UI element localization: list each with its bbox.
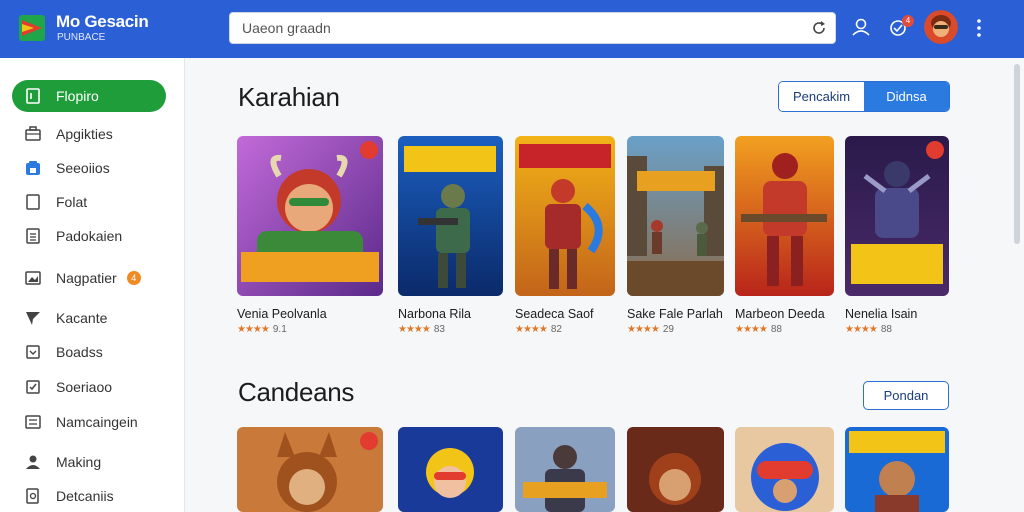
menu-icon [25, 415, 41, 429]
store-icon [26, 161, 40, 175]
image-icon [25, 271, 41, 285]
rating-value: 9.1 [272, 324, 287, 335]
game-thumbnail[interactable] [515, 427, 615, 512]
user-icon [26, 455, 40, 469]
segment-option[interactable]: Pencakim [779, 82, 864, 111]
game-rating: ★★★★ 9.1 [237, 324, 287, 335]
game-title: Seadeca Saof [515, 307, 594, 321]
rating-value: 83 [433, 324, 445, 335]
sidebar-item-4[interactable]: Padokaien [12, 220, 166, 252]
sidebar-item-label: Nagpatier [56, 270, 117, 286]
game-rating: ★★★★ 83 [398, 324, 445, 335]
notification-badge: 4 [902, 15, 914, 27]
scrollbar[interactable] [1014, 64, 1020, 244]
game-thumbnail[interactable] [735, 427, 834, 512]
sidebar-item-label: Making [56, 454, 102, 470]
search-input[interactable] [230, 13, 790, 43]
sidebar-item-6[interactable]: Kacante [12, 302, 166, 334]
download-icon [26, 345, 40, 359]
game-rating: ★★★★ 88 [735, 324, 782, 335]
sidebar-badge: 4 [126, 271, 141, 285]
rating-value: 82 [550, 324, 562, 335]
game-thumbnail[interactable] [237, 136, 383, 296]
document-icon [26, 194, 40, 210]
segment-option[interactable]: Didnsa [864, 82, 949, 111]
stars-icon: ★★★★ [398, 324, 431, 335]
game-title: Marbeon Deeda [735, 307, 825, 321]
game-rating: ★★★★ 29 [627, 324, 674, 335]
sidebar-item-label: Namcaingein [56, 414, 138, 430]
stars-icon: ★★★★ [845, 324, 878, 335]
sidebar-item-label: Folat [56, 194, 88, 210]
game-thumbnail[interactable] [845, 427, 949, 512]
sidebar-item-3[interactable]: Folat [12, 186, 166, 218]
stars-icon: ★★★★ [515, 324, 548, 335]
search-bar [229, 12, 836, 44]
game-thumbnail[interactable] [627, 136, 724, 296]
sidebar-item-0[interactable]: Flopiro [12, 80, 166, 112]
user-icon[interactable] [850, 16, 872, 38]
game-thumbnail[interactable] [398, 427, 503, 512]
game-thumbnail[interactable] [515, 136, 615, 296]
sidebar-item-8[interactable]: Soeriaoo [12, 371, 166, 403]
sidebar-item-label: Apgikties [56, 126, 113, 142]
sidebar-item-label: Boadss [56, 344, 103, 360]
more-vertical-icon[interactable] [972, 18, 986, 38]
game-rating: ★★★★ 88 [845, 324, 892, 335]
sidebar-item-5[interactable]: Nagpatier 4 [12, 262, 166, 294]
send-icon [26, 312, 40, 325]
rating-value: 88 [880, 324, 892, 335]
game-title: Sake Fale Parlah [627, 307, 723, 321]
top-bar: Mo Gesacin PUNBACE 4 [0, 0, 1024, 58]
sidebar-item-1[interactable]: Apgikties [12, 118, 166, 150]
stars-icon: ★★★★ [735, 324, 768, 335]
sidebar-item-label: Kacante [56, 310, 108, 326]
sidebar-item-2[interactable]: Seeoiios [12, 152, 166, 184]
sidebar-item-7[interactable]: Boadss [12, 336, 166, 368]
sidebar-item-9[interactable]: Namcaingein [12, 406, 166, 438]
checkbox-icon [26, 380, 40, 394]
briefcase-icon [25, 126, 41, 141]
sidebar: Flopiro Apgikties Seeoiios Folat Padokai… [0, 58, 185, 512]
sidebar-item-label: Seeoiios [56, 160, 110, 176]
home-icon [26, 88, 40, 104]
stars-icon: ★★★★ [237, 324, 270, 335]
refresh-icon[interactable] [811, 20, 827, 36]
avatar-image [924, 10, 958, 44]
game-thumbnail[interactable] [237, 427, 383, 512]
segmented-control: Pencakim Didnsa [778, 81, 950, 112]
game-thumbnail[interactable] [627, 427, 724, 512]
game-title: Venia Peolvanla [237, 307, 327, 321]
game-thumbnail[interactable] [735, 136, 834, 296]
list-icon [26, 228, 40, 244]
section-title: Karahian [238, 82, 340, 112]
sidebar-item-label: Padokaien [56, 228, 123, 244]
search-doc-icon [26, 488, 39, 504]
game-thumbnail[interactable] [845, 136, 949, 296]
rating-value: 88 [770, 324, 782, 335]
section-title: Candeans [238, 377, 355, 407]
rating-value: 29 [662, 324, 674, 335]
game-rating: ★★★★ 82 [515, 324, 562, 335]
sidebar-item-label: Soeriaoo [56, 379, 113, 395]
avatar[interactable] [924, 10, 958, 44]
brand-title: Mo Gesacin [56, 12, 149, 31]
stars-icon: ★★★★ [627, 324, 660, 335]
app-logo-icon[interactable] [18, 14, 46, 42]
game-title: Narbona Rila [398, 307, 471, 321]
sidebar-item-label: Detcaniis [56, 488, 114, 504]
game-title: Nenelia Isain [845, 307, 918, 321]
sidebar-item-10[interactable]: Making [12, 446, 166, 478]
sidebar-item-label: Flopiro [56, 88, 99, 104]
see-more-button[interactable]: Pondan [863, 381, 949, 410]
sidebar-item-11[interactable]: Detcaniis [12, 480, 166, 512]
brand-subtitle: PUNBACE [57, 32, 106, 43]
game-thumbnail[interactable] [398, 136, 503, 296]
